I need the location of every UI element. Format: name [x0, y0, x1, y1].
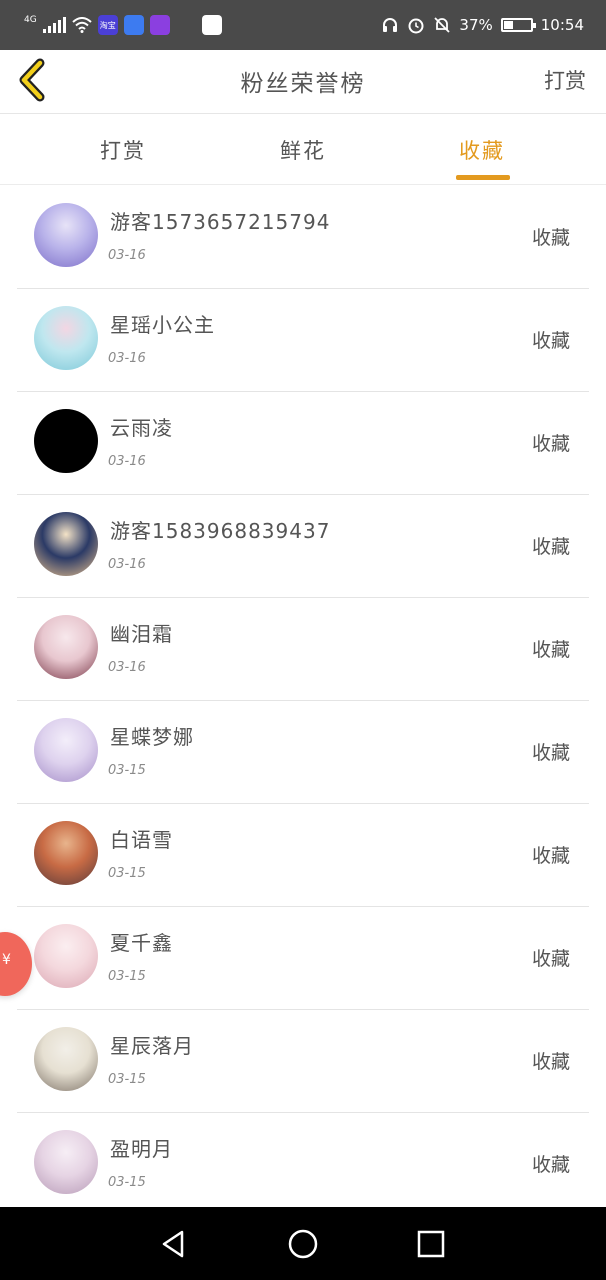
network-type: 4G	[24, 14, 37, 25]
page-title: 粉丝荣誉榜	[240, 71, 366, 97]
user-name: 盈明月	[110, 1137, 173, 1161]
battery-icon	[500, 18, 536, 32]
user-name: 白语雪	[110, 828, 173, 852]
taobao-app-icon: 淘宝	[97, 15, 118, 35]
wechat-app-icon	[175, 15, 196, 35]
user-name: 游客1583968839437	[110, 519, 331, 543]
date-label: 03-15	[108, 969, 146, 984]
app-icon-label: 淘宝	[99, 20, 116, 30]
avatar[interactable]	[34, 615, 98, 679]
date-label: 03-16	[108, 248, 146, 263]
avatar[interactable]	[34, 409, 98, 473]
avatar[interactable]	[34, 1130, 98, 1194]
video-app-icon	[149, 15, 170, 35]
date-label: 03-15	[108, 866, 146, 881]
list-item[interactable]: 星辰落月 03-15 收藏	[0, 1010, 606, 1113]
tab-indicator	[456, 175, 510, 180]
favorite-label: 收藏	[531, 330, 570, 352]
favorite-label: 收藏	[531, 639, 570, 661]
status-left: 4G 淘宝	[24, 14, 222, 36]
system-nav-bar	[0, 1207, 606, 1280]
avatar[interactable]	[34, 821, 98, 885]
list-item[interactable]: 星蝶梦娜 03-15 收藏	[0, 701, 606, 804]
favorite-label: 收藏	[531, 1051, 570, 1073]
favorite-label: 收藏	[531, 1154, 570, 1176]
header: 粉丝荣誉榜 打赏	[0, 50, 606, 114]
date-label: 03-15	[108, 1072, 146, 1087]
user-name: 幽泪霜	[110, 622, 173, 646]
favorite-label: 收藏	[531, 227, 570, 249]
avatar[interactable]	[34, 306, 98, 370]
list-item[interactable]: 游客1573657215794 03-16 收藏	[0, 186, 606, 289]
favorite-label: 收藏	[531, 433, 570, 455]
avatar[interactable]	[34, 203, 98, 267]
status-right: 37% 10:54	[381, 14, 584, 36]
yuan-icon: ¥	[2, 952, 11, 968]
tab-favorites[interactable]: 收藏	[459, 135, 505, 165]
favorite-label: 收藏	[531, 536, 570, 558]
avatar[interactable]	[34, 512, 98, 576]
tab-reward[interactable]: 打赏	[100, 135, 146, 165]
recents-square-icon[interactable]	[414, 1227, 448, 1261]
favorite-label: 收藏	[531, 845, 570, 867]
mute-bell-icon	[434, 17, 451, 33]
date-label: 03-16	[108, 351, 146, 366]
user-name: 星瑶小公主	[110, 313, 215, 337]
date-label: 03-16	[108, 660, 146, 675]
avatar[interactable]	[34, 718, 98, 782]
list-item[interactable]: 云雨凌 03-16 收藏	[0, 392, 606, 495]
list-item[interactable]: 夏千鑫 03-15 收藏	[0, 907, 606, 1010]
home-circle-icon[interactable]	[286, 1227, 320, 1261]
favorite-label: 收藏	[531, 742, 570, 764]
user-name: 星辰落月	[110, 1034, 194, 1058]
tab-bar: 打赏 鲜花 收藏	[0, 115, 606, 185]
date-label: 03-15	[108, 763, 146, 778]
user-name: 夏千鑫	[110, 931, 173, 955]
tab-flowers[interactable]: 鲜花	[280, 135, 326, 165]
fan-list: 游客1573657215794 03-16 收藏 星瑶小公主 03-16 收藏 云雨凌 03-…	[0, 186, 606, 1216]
avatar[interactable]	[34, 924, 98, 988]
reward-button[interactable]: 打赏	[544, 65, 586, 95]
date-label: 03-16	[108, 557, 146, 572]
battery-percent: 37%	[459, 16, 493, 34]
favorite-label: 收藏	[531, 948, 570, 970]
alarm-icon	[408, 18, 424, 34]
status-bar: 4G 淘宝 37% 10:54	[0, 0, 606, 50]
headphones-icon	[383, 18, 398, 32]
list-item[interactable]: 游客1583968839437 03-16 收藏	[0, 495, 606, 598]
date-label: 03-15	[108, 1175, 146, 1190]
list-item[interactable]: 星瑶小公主 03-16 收藏	[0, 289, 606, 392]
user-name: 星蝶梦娜	[110, 725, 194, 749]
list-item[interactable]: 白语雪 03-15 收藏	[0, 804, 606, 907]
user-name: 云雨凌	[110, 416, 173, 440]
baidu-app-icon	[123, 15, 144, 35]
signal-icon	[42, 17, 66, 33]
paw-app-icon	[201, 15, 222, 35]
clock: 10:54	[540, 16, 584, 34]
list-item[interactable]: 幽泪霜 03-16 收藏	[0, 598, 606, 701]
back-triangle-icon[interactable]	[156, 1227, 190, 1261]
wifi-icon	[72, 17, 92, 33]
date-label: 03-16	[108, 454, 146, 469]
list-item[interactable]: 盈明月 03-15 收藏	[0, 1113, 606, 1216]
avatar[interactable]	[34, 1027, 98, 1091]
user-name: 游客1573657215794	[110, 210, 331, 234]
